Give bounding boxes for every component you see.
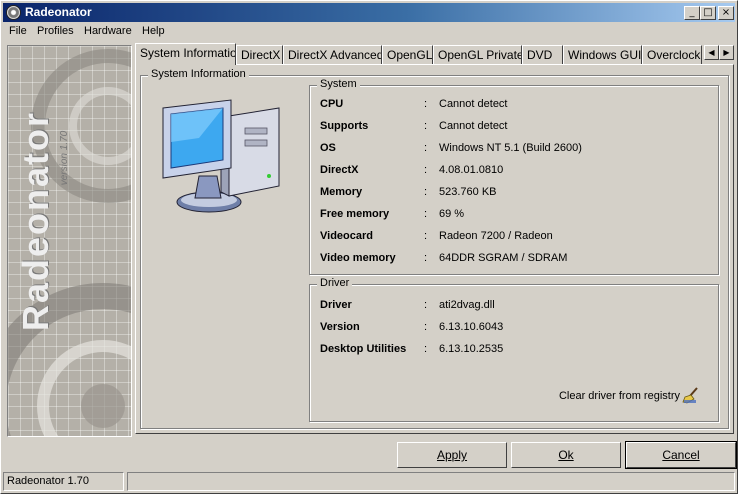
- row-separator: :: [424, 186, 428, 198]
- system-information-group-title: System Information: [148, 68, 249, 80]
- row-separator: :: [424, 164, 428, 176]
- apply-button[interactable]: Apply: [397, 442, 507, 468]
- close-button[interactable]: ×: [718, 6, 734, 20]
- tab-directx-advanced[interactable]: DirectX Advanced: [283, 45, 382, 64]
- banner-title: Radeonator: [15, 110, 56, 331]
- tab-opengl-private[interactable]: OpenGL Private: [433, 45, 522, 64]
- row-separator: :: [424, 142, 428, 154]
- row-value: Cannot detect: [439, 98, 508, 110]
- title-bar[interactable]: Radeonator _ □ ×: [3, 3, 735, 22]
- row-label: CPU: [320, 98, 344, 110]
- row-label: Driver: [320, 299, 352, 311]
- row-label: DirectX: [320, 164, 359, 176]
- tab-directx[interactable]: DirectX: [236, 45, 283, 64]
- driver-group-title: Driver: [317, 277, 353, 289]
- status-bar: Radeonator 1.70: [3, 472, 735, 492]
- row-label: Version: [320, 321, 360, 333]
- row-separator: :: [424, 321, 428, 333]
- row-value: Radeon 7200 / Radeon: [439, 230, 553, 242]
- tab-dvd[interactable]: DVD: [522, 45, 563, 64]
- clear-driver-link[interactable]: Clear driver from registry: [559, 390, 680, 402]
- row-separator: :: [424, 299, 428, 311]
- row-value: 4.08.01.0810: [439, 164, 504, 176]
- minimize-button[interactable]: _: [684, 6, 700, 20]
- row-value: 64DDR SGRAM / SDRAM: [439, 252, 568, 264]
- cancel-button[interactable]: Cancel: [625, 441, 737, 469]
- tab-windows-gui[interactable]: Windows GUI: [563, 45, 642, 64]
- broom-icon[interactable]: [682, 386, 700, 404]
- row-value: Windows NT 5.1 (Build 2600): [439, 142, 582, 154]
- row-value: 523.760 KB: [439, 186, 497, 198]
- menu-hardware[interactable]: Hardware: [84, 25, 132, 37]
- tab-scroll-left-button[interactable]: ◀: [704, 45, 719, 60]
- row-value: Cannot detect: [439, 120, 508, 132]
- row-separator: :: [424, 252, 428, 264]
- tab-opengl[interactable]: OpenGL: [382, 45, 433, 64]
- tab-overclocking[interactable]: Overclocking: [642, 45, 702, 64]
- row-label: Desktop Utilities: [320, 343, 407, 355]
- maximize-button[interactable]: □: [700, 6, 716, 20]
- menu-file[interactable]: File: [9, 25, 27, 37]
- banner-version: version 1.70: [59, 130, 70, 186]
- row-value: ati2dvag.dll: [439, 299, 495, 311]
- menu-bar: File Profiles Hardware Help: [3, 23, 735, 41]
- row-value: 6.13.10.2535: [439, 343, 504, 355]
- system-group: System CPU : Cannot detect Supports : Ca…: [309, 78, 719, 275]
- main-window: Radeonator _ □ × File Profiles Hardware …: [0, 0, 738, 494]
- system-group-title: System: [317, 78, 360, 90]
- menu-profiles[interactable]: Profiles: [37, 25, 74, 37]
- row-label: Supports: [320, 120, 369, 132]
- row-separator: :: [424, 98, 428, 110]
- computer-icon: [162, 99, 280, 213]
- driver-group: Driver Driver : ati2dvag.dll Version : 6…: [309, 277, 719, 422]
- system-information-group: System Information System CPU : Cannot d…: [140, 68, 729, 429]
- row-separator: :: [424, 230, 428, 242]
- row-value: 69 %: [439, 208, 465, 220]
- status-pane-secondary: [127, 472, 735, 491]
- row-value: 6.13.10.6043: [439, 321, 504, 333]
- window-title: Radeonator: [25, 5, 92, 19]
- radeonator-app-icon[interactable]: [6, 5, 21, 20]
- row-label: Memory: [320, 186, 363, 198]
- row-label: Free memory: [320, 208, 390, 220]
- tab-system-information[interactable]: System Information: [135, 43, 236, 65]
- row-label: Videocard: [320, 230, 373, 242]
- status-text: Radeonator 1.70: [3, 472, 124, 491]
- tab-panel-system-information: System Information System CPU : Cannot d…: [135, 64, 734, 434]
- ok-button[interactable]: Ok: [511, 442, 621, 468]
- row-separator: :: [424, 120, 428, 132]
- row-label: OS: [320, 142, 336, 154]
- menu-help[interactable]: Help: [142, 25, 165, 37]
- row-separator: :: [424, 208, 428, 220]
- tab-scroll-right-button[interactable]: ▶: [719, 45, 734, 60]
- row-separator: :: [424, 343, 428, 355]
- radeonator-banner: Radeonator version 1.70: [7, 45, 132, 437]
- row-label: Video memory: [320, 252, 396, 264]
- tab-strip: System Information DirectX DirectX Advan…: [135, 43, 735, 65]
